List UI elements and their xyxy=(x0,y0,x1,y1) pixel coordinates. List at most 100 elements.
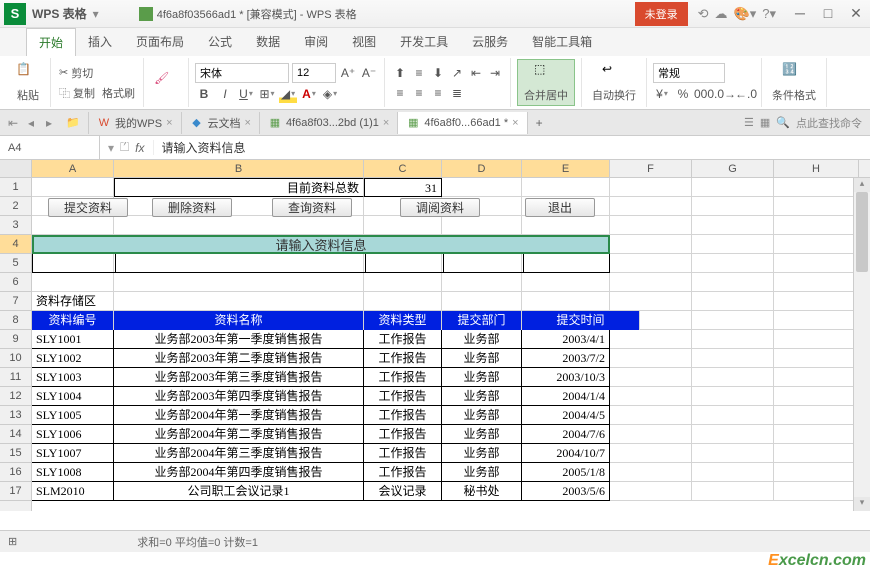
cell[interactable]: 2003/7/2 xyxy=(522,349,610,368)
cell[interactable] xyxy=(610,178,692,197)
doc-tab-3[interactable]: ▦4f6a8f03...2bd (1)1× xyxy=(260,112,398,134)
align-justify-button[interactable]: ≣ xyxy=(448,84,466,102)
doc-tab-1[interactable]: W我的WPS× xyxy=(89,112,182,134)
wrap-text-button[interactable]: ↩ 自动换行 xyxy=(588,60,640,105)
cell[interactable]: SLY1005 xyxy=(32,406,114,425)
cell[interactable]: 工作报告 xyxy=(364,368,442,387)
cell[interactable] xyxy=(692,444,774,463)
cell[interactable] xyxy=(774,463,859,482)
cut-button[interactable]: ✂剪切 xyxy=(57,64,137,82)
cell[interactable]: 工作报告 xyxy=(364,463,442,482)
row-header-5[interactable]: 5 xyxy=(0,254,31,273)
cell[interactable]: 业务部 xyxy=(442,444,522,463)
title-dropdown-icon[interactable]: ▾ xyxy=(93,7,99,21)
cell[interactable]: 业务部 xyxy=(442,330,522,349)
tab-nav-first-icon[interactable]: ⇤ xyxy=(4,116,22,130)
cell[interactable]: 公司职工会议记录1 xyxy=(114,482,364,501)
query-data-button[interactable]: 查询资料 xyxy=(272,198,352,217)
cell[interactable] xyxy=(610,349,692,368)
tab-close-icon[interactable]: × xyxy=(166,117,172,129)
cell[interactable] xyxy=(692,482,774,501)
minimize-button[interactable]: ─ xyxy=(786,5,814,22)
row-header-16[interactable]: 16 xyxy=(0,463,31,482)
font-color-button[interactable]: A▾ xyxy=(300,85,318,103)
row-header-8[interactable]: 8 xyxy=(0,311,31,330)
cell[interactable] xyxy=(692,463,774,482)
cell[interactable]: 2003/4/1 xyxy=(522,330,610,349)
row-header-13[interactable]: 13 xyxy=(0,406,31,425)
cell[interactable] xyxy=(774,406,859,425)
cell[interactable]: 工作报告 xyxy=(364,387,442,406)
menu-item-5[interactable]: 审阅 xyxy=(292,28,340,56)
delete-data-button[interactable]: 删除资料 xyxy=(152,198,232,217)
grid-area[interactable]: ABCDEFGH 目前资料总数31资料存储区SLY1001业务部2003年第一季… xyxy=(32,160,870,511)
sheet-nav-icon[interactable]: ⊞ xyxy=(8,535,17,548)
menu-item-3[interactable]: 公式 xyxy=(196,28,244,56)
cell[interactable] xyxy=(774,216,859,235)
cell[interactable]: SLY1001 xyxy=(32,330,114,349)
col-header-B[interactable]: B xyxy=(114,160,364,177)
cell[interactable]: 目前资料总数 xyxy=(114,178,364,197)
cell[interactable]: 2004/7/6 xyxy=(522,425,610,444)
cell[interactable]: 秘书处 xyxy=(442,482,522,501)
cell[interactable]: 业务部2004年第二季度销售报告 xyxy=(114,425,364,444)
row-header-1[interactable]: 1 xyxy=(0,178,31,197)
col-header-C[interactable]: C xyxy=(364,160,442,177)
orientation-button[interactable]: ↗ xyxy=(448,64,466,82)
cell[interactable] xyxy=(522,178,610,197)
font-name-select[interactable] xyxy=(195,63,289,83)
cell[interactable] xyxy=(114,216,364,235)
align-top-button[interactable]: ⬆ xyxy=(391,64,409,82)
underline-button[interactable]: U▾ xyxy=(237,85,255,103)
menu-item-1[interactable]: 插入 xyxy=(76,28,124,56)
cell[interactable] xyxy=(610,197,692,216)
cell[interactable]: 业务部 xyxy=(442,387,522,406)
row-header-10[interactable]: 10 xyxy=(0,349,31,368)
cell[interactable] xyxy=(692,425,774,444)
clear-format-button[interactable]: ◈▾ xyxy=(321,85,339,103)
cell[interactable] xyxy=(610,387,692,406)
paste-button[interactable]: 📋 粘贴 xyxy=(12,60,44,105)
cell[interactable]: 业务部2003年第四季度销售报告 xyxy=(114,387,364,406)
tab-list-icon[interactable]: ☰ xyxy=(744,116,754,129)
cell[interactable]: 业务部2003年第三季度销售报告 xyxy=(114,368,364,387)
cell[interactable]: 2004/1/4 xyxy=(522,387,610,406)
cell[interactable]: 业务部 xyxy=(442,406,522,425)
cell[interactable] xyxy=(692,368,774,387)
bold-button[interactable]: B xyxy=(195,85,213,103)
cell[interactable] xyxy=(774,387,859,406)
cell[interactable] xyxy=(692,235,774,254)
cell[interactable] xyxy=(114,273,364,292)
cell[interactable] xyxy=(774,330,859,349)
row-header-3[interactable]: 3 xyxy=(0,216,31,235)
cell[interactable] xyxy=(522,216,610,235)
col-header-A[interactable]: A xyxy=(32,160,114,177)
submit-data-button[interactable]: 提交资料 xyxy=(48,198,128,217)
cell[interactable] xyxy=(692,349,774,368)
indent-left-button[interactable]: ⇤ xyxy=(467,64,485,82)
col-header-D[interactable]: D xyxy=(442,160,522,177)
number-format-select[interactable] xyxy=(653,63,725,83)
font-size-select[interactable] xyxy=(292,63,336,83)
cell[interactable] xyxy=(610,273,692,292)
align-middle-button[interactable]: ≡ xyxy=(410,64,428,82)
cell[interactable]: 业务部 xyxy=(442,425,522,444)
cell[interactable]: 2004/4/5 xyxy=(522,406,610,425)
cell[interactable] xyxy=(774,178,859,197)
cell[interactable] xyxy=(522,273,610,292)
cell[interactable]: 2003/5/6 xyxy=(522,482,610,501)
cell[interactable] xyxy=(692,311,774,330)
align-center-button[interactable]: ≡ xyxy=(410,84,428,102)
row-header-4[interactable]: 4 xyxy=(0,235,31,254)
cell[interactable] xyxy=(774,311,859,330)
cell[interactable] xyxy=(32,178,114,197)
cell[interactable] xyxy=(692,387,774,406)
scroll-down-icon[interactable]: ▾ xyxy=(854,497,870,511)
cell[interactable] xyxy=(610,330,692,349)
cell[interactable]: 会议记录 xyxy=(364,482,442,501)
cell[interactable]: SLY1007 xyxy=(32,444,114,463)
row-header-17[interactable]: 17 xyxy=(0,482,31,501)
copy-button[interactable]: ⿻复制格式刷 xyxy=(57,84,137,102)
row-header-7[interactable]: 7 xyxy=(0,292,31,311)
cell[interactable] xyxy=(114,292,364,311)
